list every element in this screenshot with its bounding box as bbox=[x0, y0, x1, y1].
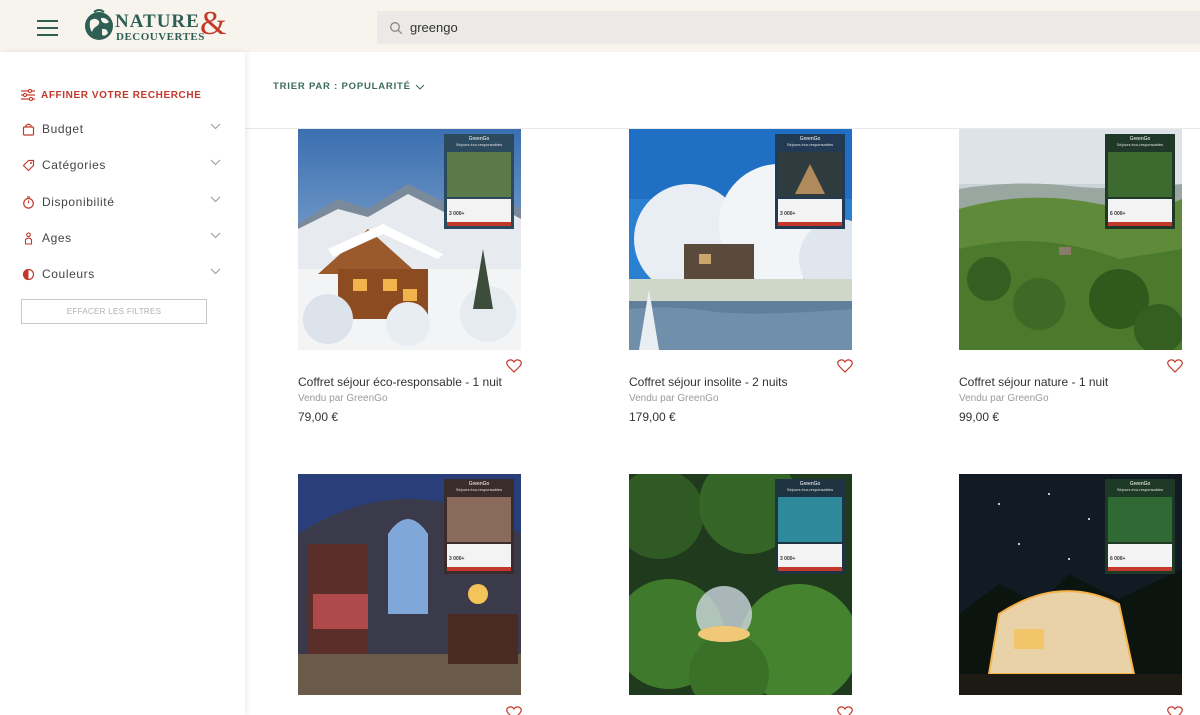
timer-icon bbox=[22, 195, 34, 209]
product-seller: Vendu par GreenGo bbox=[959, 393, 1049, 404]
product-price: 99,00 € bbox=[959, 410, 1000, 424]
box-count: 6 000+ bbox=[1110, 211, 1126, 217]
logo-ampersand: & bbox=[200, 5, 227, 42]
box-subtitle: Séjours éco-responsables bbox=[455, 142, 503, 147]
box-subtitle: Séjours éco-responsables bbox=[786, 142, 834, 147]
chevron-down-icon bbox=[210, 123, 221, 130]
clear-filters-button[interactable]: EFFACER LES FILTRES bbox=[21, 299, 207, 324]
logo-word-nature: NATURE bbox=[115, 11, 200, 32]
box-subtitle: Séjours éco-responsables bbox=[786, 487, 834, 492]
logo-word-decouvertes: DECOUVERTES bbox=[116, 31, 205, 43]
bag-icon bbox=[22, 123, 34, 136]
refine-search-heading: AFFINER VOTRE RECHERCHE bbox=[21, 89, 201, 101]
search-input[interactable] bbox=[410, 20, 1170, 35]
facet-budget[interactable]: Budget bbox=[21, 119, 221, 139]
chevron-down-icon bbox=[210, 232, 221, 239]
product-seller: Vendu par GreenGo bbox=[629, 393, 719, 404]
product-seller: Vendu par GreenGo bbox=[298, 393, 388, 404]
heart-icon[interactable] bbox=[506, 359, 522, 373]
sliders-icon bbox=[21, 89, 35, 101]
box-count: 3 000+ bbox=[780, 211, 796, 217]
box-subtitle: Séjours éco-responsables bbox=[1116, 142, 1164, 147]
tag-icon bbox=[22, 159, 34, 171]
person-icon bbox=[24, 231, 32, 245]
heart-icon[interactable] bbox=[837, 359, 853, 373]
product-price: 179,00 € bbox=[629, 410, 676, 424]
product-name[interactable]: Coffret séjour nature - 1 nuit bbox=[959, 375, 1108, 389]
product-price: 79,00 € bbox=[298, 410, 339, 424]
half-circle-icon bbox=[22, 268, 34, 280]
sort-bar: TRIER PAR : POPULARITÉ bbox=[245, 52, 1200, 129]
box-count: 3 000+ bbox=[449, 211, 465, 217]
chevron-down-icon bbox=[210, 196, 221, 203]
sort-dropdown[interactable]: TRIER PAR : POPULARITÉ bbox=[273, 81, 425, 92]
box-count: 3 000+ bbox=[449, 556, 465, 562]
heart-icon[interactable] bbox=[506, 706, 522, 715]
search-bar[interactable] bbox=[377, 11, 1200, 44]
box-subtitle: Séjours éco-responsables bbox=[1116, 487, 1164, 492]
box-count: 6 000+ bbox=[1110, 556, 1126, 562]
facet-colors[interactable]: Couleurs bbox=[21, 264, 221, 284]
box-subtitle: Séjours éco-responsables bbox=[455, 487, 503, 492]
hamburger-menu-icon[interactable] bbox=[37, 17, 59, 37]
product-card[interactable]: GreenGo Séjours éco-responsables 3 000+ bbox=[298, 474, 522, 715]
facet-ages[interactable]: Ages bbox=[21, 228, 221, 248]
facet-availability[interactable]: Disponibilité bbox=[21, 192, 221, 212]
product-card[interactable]: GreenGo Séjours éco-responsables 3 000+ bbox=[629, 474, 853, 715]
facet-categories[interactable]: Catégories bbox=[21, 155, 221, 175]
facet-label: Catégories bbox=[42, 158, 107, 172]
facet-label: Disponibilité bbox=[42, 195, 115, 209]
globe-logo-icon bbox=[85, 9, 113, 40]
heart-icon[interactable] bbox=[1167, 359, 1183, 373]
chevron-down-icon bbox=[210, 159, 221, 166]
refine-search-label: AFFINER VOTRE RECHERCHE bbox=[41, 89, 202, 101]
chevron-down-icon bbox=[210, 268, 221, 275]
facet-label: Ages bbox=[42, 231, 72, 245]
product-card[interactable]: GreenGo Séjours éco-responsables 3 000+ … bbox=[629, 129, 853, 429]
product-card[interactable]: GreenGo Séjours éco-responsables 6 000+ … bbox=[959, 129, 1183, 429]
logo[interactable]: NATURE DECOUVERTES & bbox=[84, 5, 229, 45]
chevron-down-icon bbox=[415, 84, 425, 90]
facet-label: Budget bbox=[42, 122, 84, 136]
facet-label: Couleurs bbox=[42, 267, 95, 281]
header: NATURE DECOUVERTES & bbox=[0, 0, 1200, 52]
sort-label: TRIER PAR : POPULARITÉ bbox=[273, 81, 411, 92]
heart-icon[interactable] bbox=[837, 706, 853, 715]
product-name[interactable]: Coffret séjour insolite - 2 nuits bbox=[629, 375, 788, 389]
heart-icon[interactable] bbox=[1167, 706, 1183, 715]
product-name[interactable]: Coffret séjour éco-responsable - 1 nuit bbox=[298, 375, 502, 389]
product-card[interactable]: GreenGo Séjours éco-responsables 6 000+ bbox=[959, 474, 1183, 715]
filter-sidebar: AFFINER VOTRE RECHERCHE Budget Catégorie… bbox=[0, 52, 245, 715]
search-icon bbox=[390, 21, 403, 34]
product-card[interactable]: GreenGo Séjours éco-responsables 3 000+ … bbox=[298, 129, 522, 429]
box-count: 3 000+ bbox=[780, 556, 796, 562]
